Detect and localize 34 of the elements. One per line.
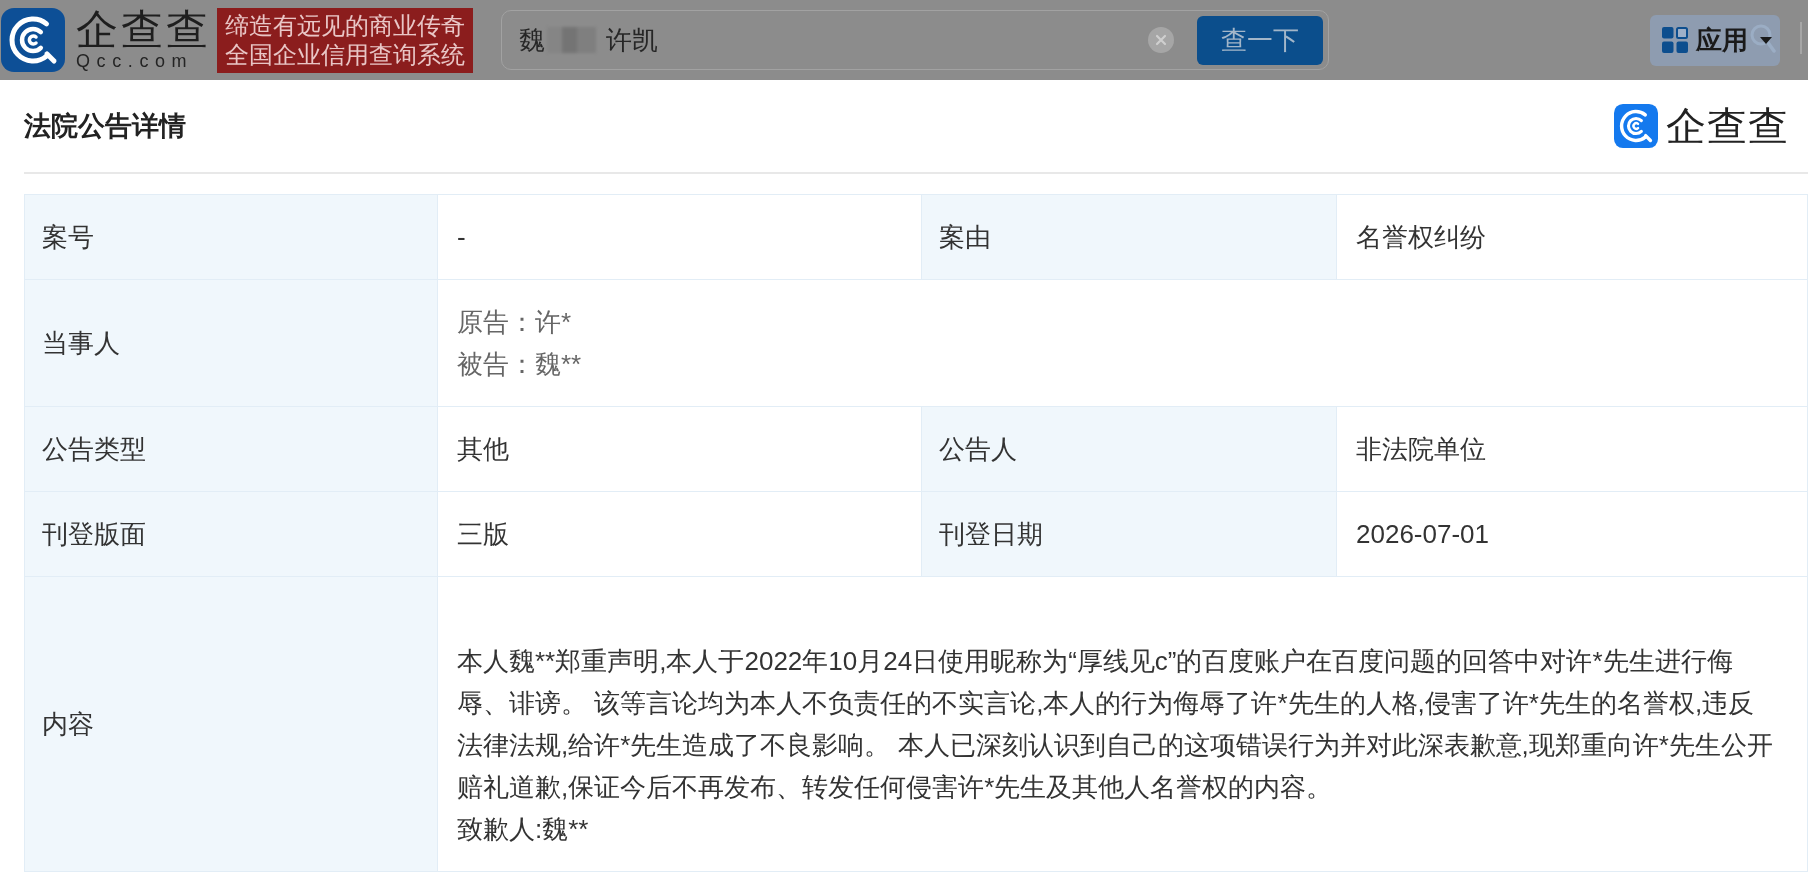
dialog-title: 法院公告详情 xyxy=(24,110,186,143)
field-label: 公告类型 xyxy=(25,407,438,492)
search-text: 许凯 xyxy=(606,24,658,56)
field-label: 刊登日期 xyxy=(922,492,1337,577)
slogan-text: 全国企业信用查询系统 xyxy=(225,40,465,69)
field-label: 内容 xyxy=(25,577,438,872)
logo-domain-text[interactable]: Qcc.com xyxy=(76,51,208,71)
party-line: 原告：许* xyxy=(457,306,572,339)
field-label: 案号 xyxy=(25,195,438,280)
caret-icon xyxy=(1760,36,1772,44)
field-value: 其他 xyxy=(457,433,509,466)
search-button[interactable]: 查一下 xyxy=(1197,15,1323,65)
field-value: 非法院单位 xyxy=(1356,433,1486,466)
search-icon[interactable] xyxy=(1750,23,1776,54)
brand-name: 企查查 xyxy=(1666,104,1789,148)
content-paragraph: 致歉人:魏** xyxy=(457,813,590,846)
field-label: 案由 xyxy=(922,195,1337,280)
search-field[interactable]: 魏 许凯 查一下 xyxy=(501,10,1329,70)
content-paragraph: 本人魏**郑重声明,本人于2022年10月24日使用昵称为“厚线见c”的百度账户在百度问题的回答中对许*先生进行侮辱、诽谤。 该等言论均为本人不负责任的不实言论,本人的行为侮辱了许*先生的人格,侵害了许*先生的名誉权,违反法律法规,给许*先生造成了不良影响。 本人已深刻认识到自己的这项错误行为并对此深表歉意,现郑重向许*先生公开赔礼道歉,保证今后不再发布、转发任何侵害许*先生及其他人名誉权的内容。 xyxy=(457,645,1774,804)
field-value: 名誉权纠纷 xyxy=(1356,221,1486,254)
field-value: 2026-07-01 xyxy=(1356,518,1489,551)
search-text: 魏 xyxy=(519,24,545,56)
slogan-text: 缔造有远见的商业传奇 xyxy=(225,11,465,40)
field-value: 三版 xyxy=(457,518,509,551)
logo-icon[interactable] xyxy=(1,8,65,72)
field-label: 刊登版面 xyxy=(25,492,438,577)
field-label: 当事人 xyxy=(25,280,438,407)
party-line: 被告：魏** xyxy=(457,348,582,381)
grid-icon xyxy=(1662,27,1688,53)
logo-icon xyxy=(1614,104,1658,148)
field-value: - xyxy=(457,221,466,254)
field-label: 公告人 xyxy=(922,407,1337,492)
apps-button[interactable]: 应用 xyxy=(1650,14,1780,66)
logo-text[interactable]: 企查查 xyxy=(76,9,208,51)
